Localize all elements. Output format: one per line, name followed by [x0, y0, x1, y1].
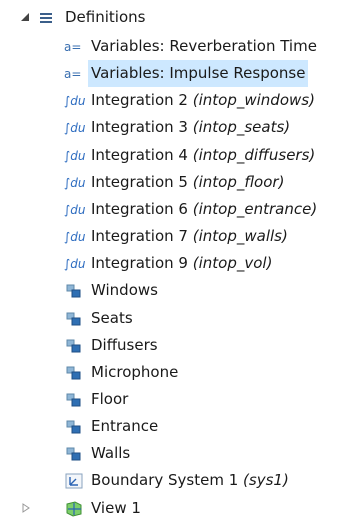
tree-node-integration-9[interactable]: ∫du Integration 9 (intop_vol) — [64, 250, 272, 277]
view-icon — [64, 500, 84, 518]
node-tag: (intop_windows) — [192, 91, 315, 109]
tree-node-definitions[interactable]: Definitions — [38, 4, 145, 31]
tree-node-integration-6[interactable]: ∫du Integration 6 (intop_entrance) — [64, 196, 317, 223]
selection-icon — [64, 364, 84, 382]
tree-node-label: Boundary System 1 (sys1) — [91, 467, 289, 494]
node-name: Diffusers — [91, 336, 158, 354]
node-tag: (intop_walls) — [192, 227, 288, 245]
tree-node-seats[interactable]: Seats — [64, 305, 133, 332]
tree-node-integration-5[interactable]: ∫du Integration 5 (intop_floor) — [64, 169, 284, 196]
tree-node-diffusers[interactable]: Diffusers — [64, 332, 158, 359]
tree-node-label: Variables: Impulse Response — [88, 60, 309, 87]
expand-triangle-icon[interactable] — [21, 503, 31, 513]
integration-icon: ∫du — [64, 229, 86, 244]
node-name: Entrance — [91, 417, 159, 435]
integration-icon: ∫du — [64, 120, 86, 135]
tree-node-label: Integration 6 (intop_entrance) — [91, 196, 317, 223]
integration-icon: ∫du — [64, 148, 86, 163]
tree-node-walls[interactable]: Walls — [64, 440, 130, 467]
variables-icon: a= — [64, 39, 82, 54]
tree-node-label: Walls — [91, 440, 130, 467]
selection-icon — [64, 418, 84, 436]
integration-icon: ∫du — [64, 202, 86, 217]
node-name: View 1 — [91, 499, 141, 517]
definitions-icon — [38, 9, 58, 27]
node-name: Integration 4 — [91, 146, 188, 164]
node-name: Integration 2 — [91, 91, 188, 109]
variables-icon: a= — [64, 66, 82, 81]
collapse-triangle-icon[interactable] — [20, 12, 30, 22]
node-name: Integration 9 — [91, 254, 188, 272]
definitions-label: Definitions — [65, 8, 146, 26]
tree-node-label: Integration 9 (intop_vol) — [91, 250, 272, 277]
tree-node-label: Microphone — [91, 359, 178, 386]
node-tag: (sys1) — [243, 471, 289, 489]
selection-icon — [64, 337, 84, 355]
integration-icon: ∫du — [64, 175, 86, 190]
tree-node-microphone[interactable]: Microphone — [64, 359, 178, 386]
node-name: Integration 5 — [91, 173, 188, 191]
tree-node-label: Variables: Reverberation Time — [91, 33, 317, 60]
node-name: Floor — [91, 390, 129, 408]
node-name: Integration 6 — [91, 200, 188, 218]
tree-node-label: Integration 7 (intop_walls) — [91, 223, 288, 250]
tree-node-label: Diffusers — [91, 332, 158, 359]
tree-node-label: Integration 5 (intop_floor) — [91, 169, 284, 196]
tree-node-boundary-system-1[interactable]: Boundary System 1 (sys1) — [64, 467, 289, 494]
node-name: Integration 3 — [91, 118, 188, 136]
tree-node-integration-3[interactable]: ∫du Integration 3 (intop_seats) — [64, 114, 290, 141]
tree-node-view-1[interactable]: View 1 — [64, 495, 141, 522]
integration-icon: ∫du — [64, 256, 86, 271]
selection-icon — [64, 391, 84, 409]
tree-node-label: Entrance — [91, 413, 158, 440]
tree-node-windows[interactable]: Windows — [64, 277, 158, 304]
tree-node-label: Integration 3 (intop_seats) — [91, 114, 290, 141]
tree-node-entrance[interactable]: Entrance — [64, 413, 158, 440]
node-name: Boundary System 1 — [91, 471, 239, 489]
tree-node-variables-impulse-response[interactable]: a= Variables: Impulse Response — [64, 60, 309, 87]
tree-node-label: Seats — [91, 305, 133, 332]
selection-icon — [64, 445, 84, 463]
node-tag: (intop_entrance) — [192, 200, 318, 218]
tree-node-label: Floor — [91, 386, 128, 413]
tree-node-variables-reverberation-time[interactable]: a= Variables: Reverberation Time — [64, 33, 317, 60]
boundary-system-icon — [64, 472, 84, 490]
tree-node-label: Integration 4 (intop_diffusers) — [91, 142, 315, 169]
node-name: Seats — [91, 309, 133, 327]
node-tag: (intop_vol) — [192, 254, 273, 272]
node-name: Walls — [91, 444, 131, 462]
node-name: Microphone — [91, 363, 179, 381]
integration-icon: ∫du — [64, 93, 86, 108]
tree-node-floor[interactable]: Floor — [64, 386, 128, 413]
tree-node-label: Integration 2 (intop_windows) — [91, 87, 315, 114]
tree-node-integration-2[interactable]: ∫du Integration 2 (intop_windows) — [64, 87, 315, 114]
node-name: Windows — [91, 281, 158, 299]
model-tree: Definitions a= Variables: Reverberation T… — [0, 0, 362, 521]
node-name: Variables: Impulse Response — [91, 64, 306, 82]
node-name: Variables: Reverberation Time — [91, 37, 317, 55]
node-tag: (intop_floor) — [192, 173, 285, 191]
node-tag: (intop_diffusers) — [192, 146, 316, 164]
tree-node-label: View 1 — [91, 495, 141, 522]
selection-icon — [64, 310, 84, 328]
selection-icon — [64, 282, 84, 300]
tree-node-integration-4[interactable]: ∫du Integration 4 (intop_diffusers) — [64, 142, 315, 169]
node-name: Integration 7 — [91, 227, 188, 245]
tree-node-label: Windows — [91, 277, 158, 304]
tree-node-integration-7[interactable]: ∫du Integration 7 (intop_walls) — [64, 223, 288, 250]
node-tag: (intop_seats) — [192, 118, 291, 136]
